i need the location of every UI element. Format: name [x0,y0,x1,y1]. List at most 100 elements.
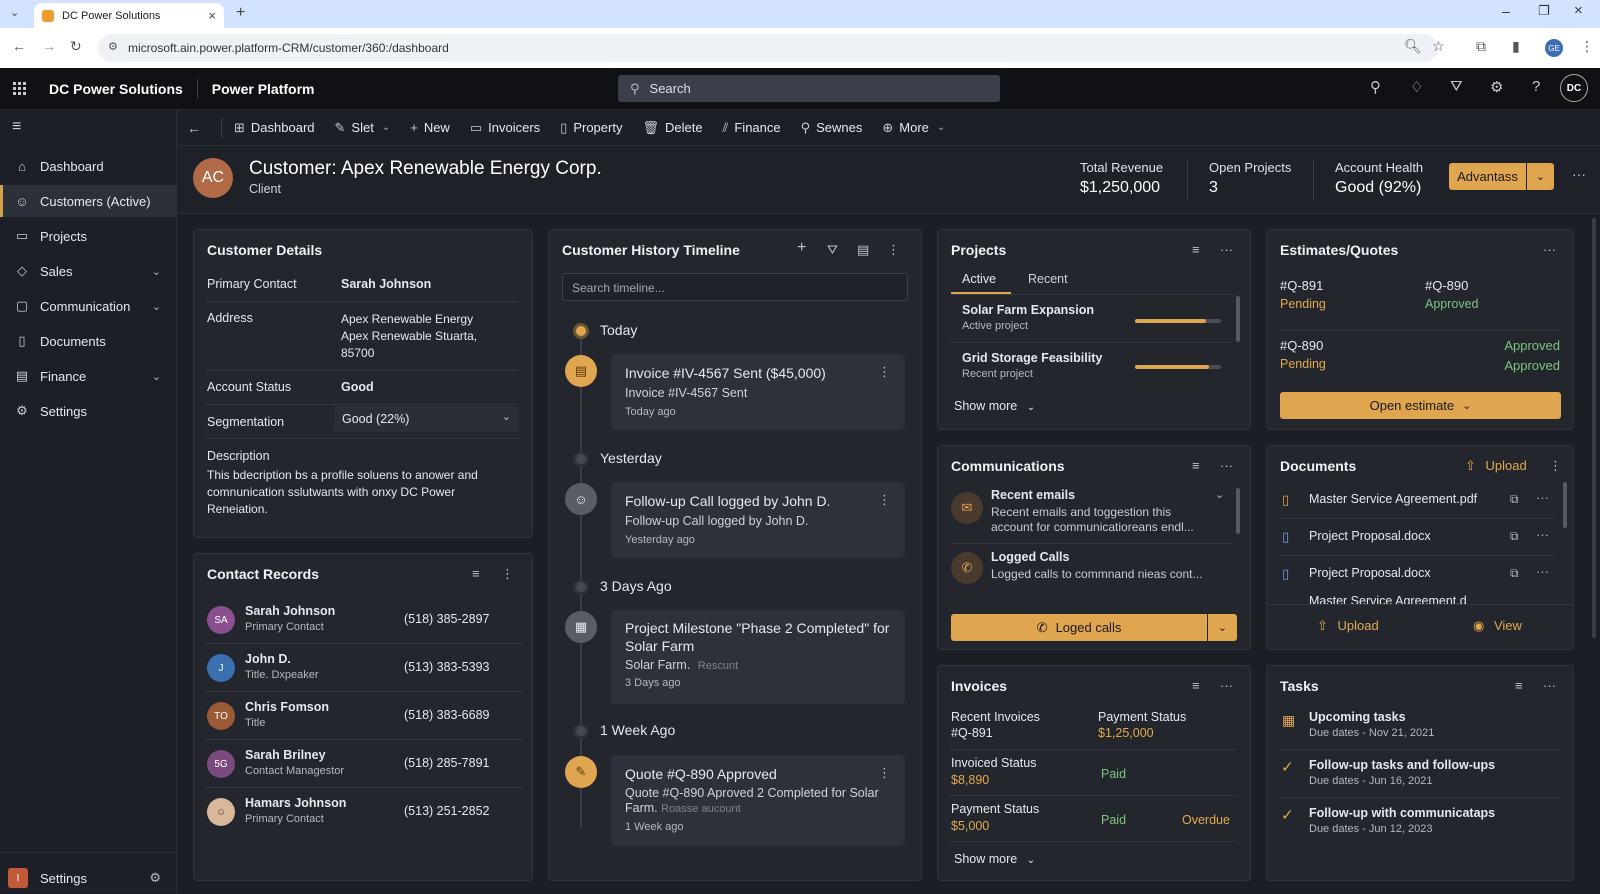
logged-calls-dropdown-icon[interactable]: ⌄ [1208,614,1237,641]
timeline-search-input[interactable]: Search timeline... [562,273,908,301]
more-vertical-icon[interactable]: ⋮ [501,566,514,582]
bookmark-star-icon[interactable]: ☆ [1432,38,1445,55]
primary-contact-value[interactable]: Sarah Johnson [341,277,431,291]
forward-icon[interactable]: → [42,38,56,54]
contact-phone[interactable]: (518) 285-7891 [404,756,489,770]
filter-lines-icon[interactable]: ≡ [1192,678,1200,693]
notification-icon[interactable]: ♢ [1410,78,1423,96]
more-vertical-icon[interactable]: ⋮ [1549,458,1562,474]
filter-icon[interactable]: ⛛ [1450,78,1463,95]
more-horizontal-icon[interactable]: ··· [1536,490,1549,505]
brand-name[interactable]: DC Power Solutions [49,81,183,97]
cmd-property[interactable]: ▯ Property [560,120,622,136]
zoom-icon[interactable]: 🔍︎ [1404,38,1422,55]
contact-row[interactable]: 5G Sarah Brilney Contact Managestor (518… [194,740,534,788]
contact-row[interactable]: ☺ Hamars Johnson Primary Contact (513) 2… [194,788,534,836]
timeline-item[interactable]: Invoice #IV-4567 Sent ($45,000) Invoice … [611,354,905,430]
contact-row[interactable]: J John D. Title. Dxpeaker (513) 383-5393 [194,644,534,692]
filter-icon[interactable]: ⛛ [827,242,838,258]
close-tab-icon[interactable]: × [208,8,216,23]
show-more-link[interactable]: Show more ⌄ [954,399,1035,413]
contact-phone[interactable]: (513) 383-5393 [404,660,489,674]
cmd-more[interactable]: ⊕ More ⌄ [882,120,945,136]
list-icon[interactable]: ▤ [857,242,869,258]
document-row[interactable]: ▯ Master Service Agreement.pdf ⧉ ··· [1280,482,1560,518]
sidebar-item-dashboard[interactable]: ⌂ Dashboard [0,150,177,182]
document-row[interactable]: ▯ Project Proposal.docx ⧉ ··· [1280,519,1560,555]
show-more-link[interactable]: Show more ⌄ [954,852,1035,866]
more-vertical-icon[interactable]: ⋮ [887,242,900,258]
document-row[interactable]: ▯ Project Proposal.docx ⧉ ··· [1280,556,1560,592]
more-horizontal-icon[interactable]: ··· [1220,678,1233,693]
chevron-down-icon[interactable]: ⌄ [152,265,161,278]
cmd-finance[interactable]: ⫽ Finance [723,120,781,136]
contact-phone[interactable]: (518) 383-6689 [404,708,489,722]
open-estimate-button[interactable]: Open estimate ⌄ [1280,392,1561,419]
browser-tab[interactable]: DC Power Solutions × [34,3,224,28]
chevron-down-icon[interactable]: ⌄ [152,300,161,313]
estimate-item[interactable]: #Q-890 Pending [1280,338,1326,371]
sidebar-item-settings[interactable]: ⚙ Settings [0,395,177,427]
url-field[interactable]: ⚙ microsoft.ain.power.platform-CRM/custo… [98,34,1438,62]
segmentation-select[interactable]: Good (22%) ⌄ [334,406,519,432]
sidebar-item-finance[interactable]: ▤ Finance ⌄ [0,360,177,392]
cmd-new[interactable]: + New [410,120,450,135]
filter-lines-icon[interactable]: ≡ [1192,458,1200,473]
find-icon[interactable]: ⚲ [1370,78,1381,96]
scrollbar[interactable] [1236,296,1240,342]
more-horizontal-icon[interactable]: ··· [1536,527,1549,542]
estimate-item[interactable]: #Q-891 Pending [1280,278,1326,311]
product-name[interactable]: Power Platform [212,81,315,97]
advantass-button[interactable]: Advantass [1449,163,1526,190]
project-row[interactable]: Grid Storage Feasibility Recent project [951,343,1236,390]
more-vertical-icon[interactable]: ⋮ [878,492,891,508]
restore-icon[interactable]: ❐ [1538,3,1550,19]
task-row[interactable]: ✓ Follow-up tasks and follow-ups Due dat… [1280,752,1560,796]
hamburger-menu-icon[interactable]: ≡ [12,118,21,136]
timeline-item[interactable]: Quote #Q-890 Approved Quote #Q-890 Aprov… [611,755,905,846]
contact-row[interactable]: TO Chris Fomson Title (518) 383-6689 [194,692,534,740]
filter-lines-icon[interactable]: ≡ [1192,242,1200,257]
advantass-dropdown-chevron-icon[interactable]: ⌄ [1527,163,1554,190]
copy-icon[interactable]: ⧉ [1510,492,1519,507]
back-arrow-icon[interactable]: ← [187,120,201,136]
header-more-icon[interactable]: ··· [1572,166,1586,182]
estimate-item[interactable]: #Q-890 Approved [1425,278,1479,311]
site-info-icon[interactable]: ⚙ [108,40,118,53]
filter-lines-icon[interactable]: ≡ [472,566,480,581]
sidepanel-icon[interactable]: ▮ [1512,38,1520,55]
contact-phone[interactable]: (518) 385-2897 [404,612,489,626]
footer-gear-icon[interactable]: ⚙ [149,870,161,886]
footer-upload-button[interactable]: ⇧ Upload [1317,618,1379,634]
more-vertical-icon[interactable]: ⋮ [878,364,891,380]
cmd-invoicers[interactable]: ▭ Invoicers [470,120,540,136]
tab-list-chevron-icon[interactable]: ⌄ [10,6,19,19]
tab-recent[interactable]: Recent [1028,272,1068,286]
sidebar-item-documents[interactable]: ▯ Documents [0,325,177,357]
user-avatar[interactable]: DC [1560,74,1588,102]
profile-avatar[interactable]: GE [1545,39,1563,57]
scrollbar[interactable] [1563,482,1567,528]
back-icon[interactable]: ← [12,38,26,54]
contact-row[interactable]: SA Sarah Johnson Primary Contact (518) 3… [194,596,534,644]
sidebar-item-customers[interactable]: ☺ Customers (Active) [0,185,177,217]
communication-item[interactable]: ✆ Logged Calls Logged calls to commnand … [951,546,1236,594]
task-row[interactable]: ▦ Upcoming tasks Due dates - Nov 21, 202… [1280,704,1560,748]
copy-icon[interactable]: ⧉ [1510,566,1519,581]
sidebar-item-communication[interactable]: ▢ Communication ⌄ [0,290,177,322]
minimize-icon[interactable]: – [1502,3,1510,19]
more-vertical-icon[interactable]: ⋮ [878,765,891,781]
logged-calls-button[interactable]: ✆ Loged calls [951,614,1207,641]
close-window-icon[interactable]: × [1574,2,1583,19]
timeline-item[interactable]: Project Milestone "Phase 2 Completed" fo… [611,610,905,704]
task-row[interactable]: ✓ Follow-up with communicataps Due dates… [1280,800,1560,844]
more-horizontal-icon[interactable]: ··· [1220,458,1233,473]
add-icon[interactable]: + [797,239,806,257]
more-horizontal-icon[interactable]: ··· [1220,242,1233,257]
cmd-dashboard[interactable]: ⊞ Dashboard [234,120,315,136]
extensions-icon[interactable]: ⧉ [1476,38,1486,55]
more-horizontal-icon[interactable]: ··· [1543,242,1556,257]
app-launcher-icon[interactable] [13,81,27,96]
chevron-down-icon[interactable]: ⌄ [1215,488,1224,501]
chevron-down-icon[interactable]: ⌄ [152,370,161,383]
